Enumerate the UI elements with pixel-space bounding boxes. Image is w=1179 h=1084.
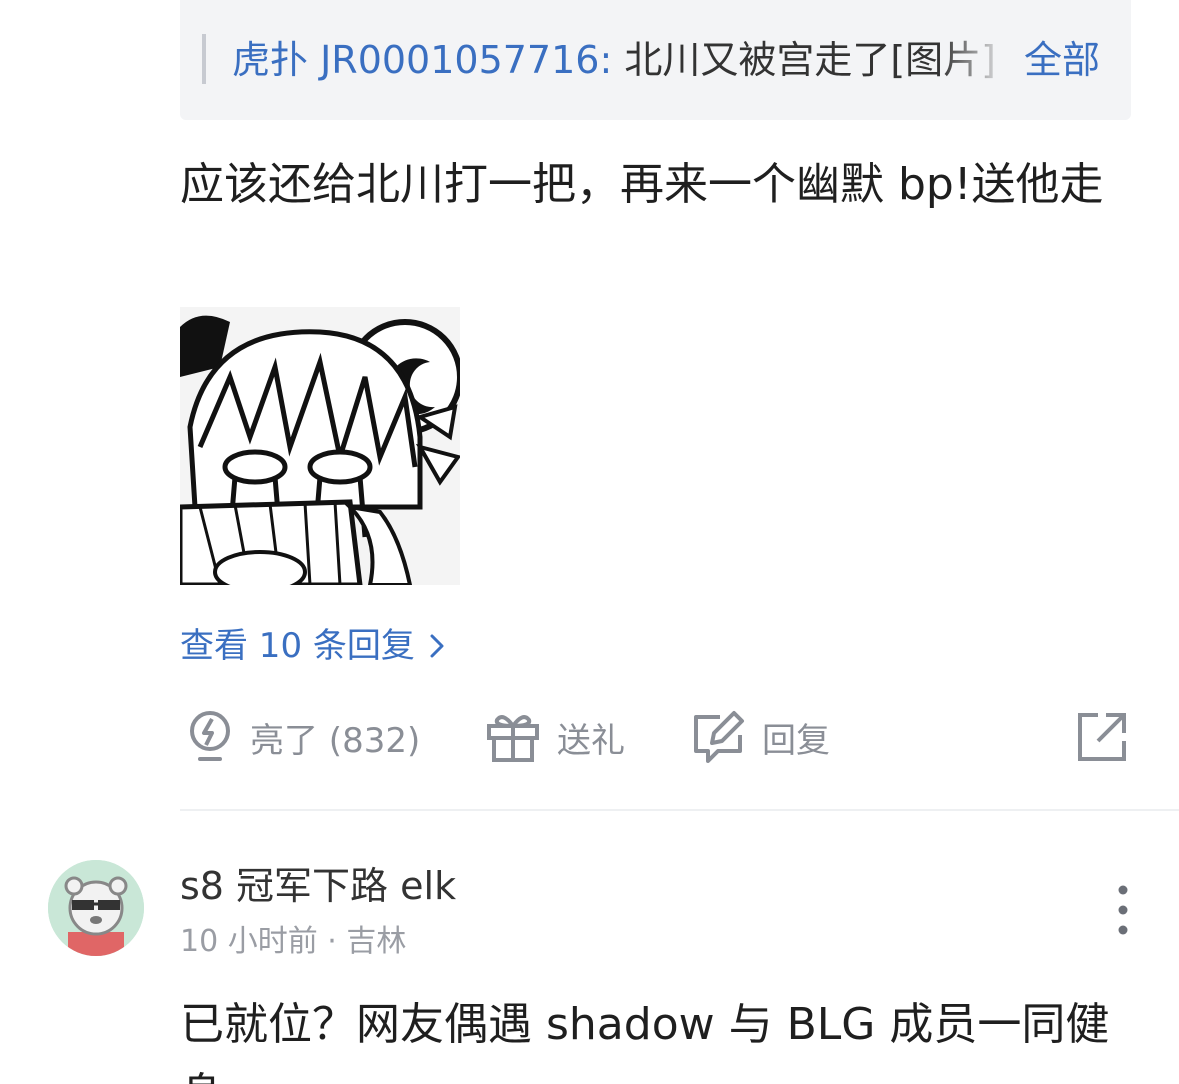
comment-divider: [180, 809, 1179, 811]
quote-fade: [940, 28, 1020, 88]
quote-text: 虎扑 JR0001057716: 北川又被宫走了[图片]: [232, 32, 1022, 88]
avatar[interactable]: [48, 860, 144, 956]
next-comment-text: 已就位？网友偶遇 shadow 与 BLG 成员一同健身: [180, 999, 1110, 1084]
gift-icon: [487, 715, 539, 762]
reply-label: 回复: [762, 720, 830, 761]
edit-reply-icon: [694, 711, 744, 763]
like-count-label: 亮了 (832): [250, 720, 421, 761]
more-vertical-icon: [1118, 885, 1128, 935]
expand-all-link[interactable]: 全部: [1024, 32, 1100, 88]
view-replies-link[interactable]: 查看 10 条回复: [180, 620, 445, 672]
lightbulb-icon: [190, 711, 230, 761]
gift-button[interactable]: 送礼: [485, 700, 625, 774]
username[interactable]: s8 冠军下路 elk: [180, 860, 456, 912]
quoted-comment[interactable]: 虎扑 JR0001057716: 北川又被宫走了[图片] 全部: [180, 0, 1131, 120]
reply-button[interactable]: 回复: [690, 700, 830, 774]
comment-actions-bar: 亮了 (832) 送礼 回复: [180, 700, 1130, 774]
quote-bar: [202, 34, 206, 84]
comment-meta: 10 小时前 · 吉林: [180, 924, 407, 959]
comment-text: 应该还给北川打一把，再来一个幽默 bp!送他走: [180, 159, 1104, 210]
gift-label: 送礼: [557, 720, 625, 761]
share-icon: [1078, 713, 1126, 761]
share-button[interactable]: [1076, 700, 1128, 774]
like-button[interactable]: 亮了 (832): [186, 700, 420, 774]
quote-content: 北川又被宫走了[图片]: [612, 38, 996, 82]
quote-author[interactable]: 虎扑 JR0001057716:: [232, 38, 612, 82]
view-replies-label: 查看 10 条回复: [180, 626, 415, 666]
more-options-button[interactable]: [1103, 880, 1143, 940]
comment-sticker-image[interactable]: [180, 307, 460, 585]
user-avatar-icon: [48, 860, 144, 956]
chevron-right-icon: [430, 634, 444, 658]
crying-girl-sticker-icon: [180, 307, 460, 585]
